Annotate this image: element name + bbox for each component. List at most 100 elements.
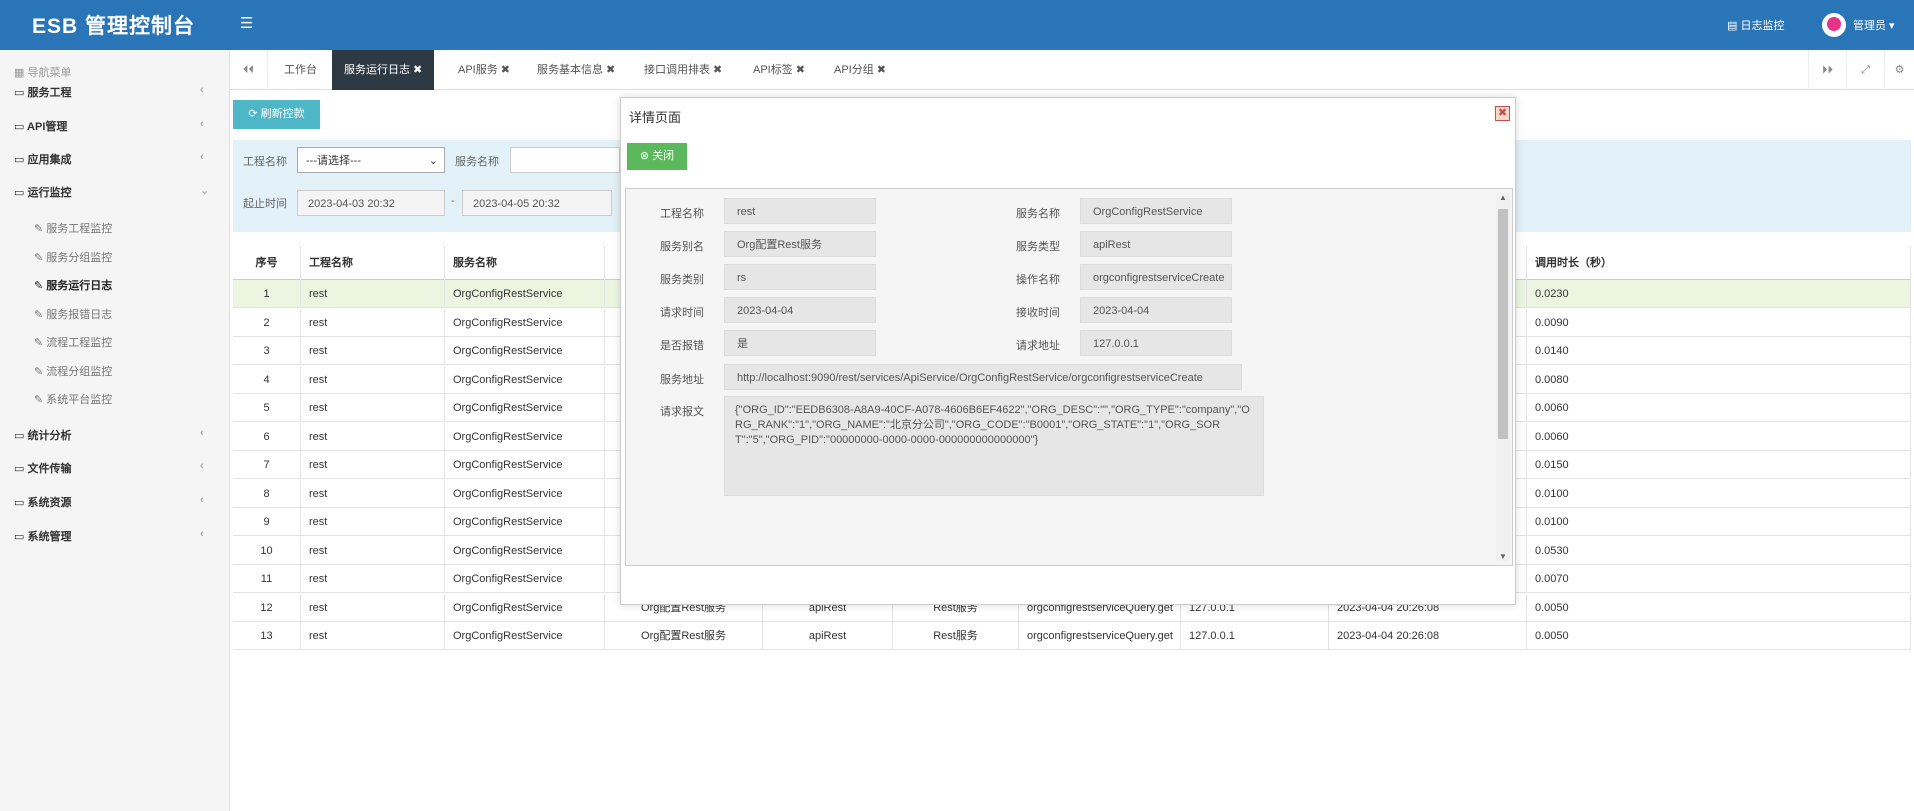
link-icon: ✎ — [34, 309, 47, 321]
sidebar-item-statistics[interactable]: ▭ 统计分析 ‹ — [14, 427, 204, 443]
cell-col-index: 11 — [233, 565, 301, 593]
type-value: apiRest — [1080, 231, 1232, 257]
chevron-left-icon: ‹ — [200, 118, 204, 130]
cell-col-index: 10 — [233, 536, 301, 565]
header-col-service: 服务名称 — [445, 246, 605, 280]
folder-icon: ▭ — [14, 121, 28, 133]
close-button[interactable]: ⊗ 关闭 — [627, 143, 687, 170]
cell-col-type: apiRest — [763, 622, 893, 650]
modal-title: 详情页面 — [629, 110, 682, 125]
sidebar-item-run-monitor[interactable]: ▭ 运行监控 ⌄ — [14, 184, 209, 200]
tab-workbench[interactable]: 工作台 — [284, 50, 317, 90]
cell-col-project: rest — [301, 308, 445, 337]
header-col-index: 序号 — [233, 246, 301, 280]
tab-api-service[interactable]: API服务 ✖ — [458, 50, 510, 90]
tab-api-tag[interactable]: API标签 ✖ — [753, 50, 805, 90]
header-col-duration: 调用时长（秒） — [1527, 246, 1911, 280]
chevron-left-icon: ‹ — [200, 151, 204, 163]
scrollbar[interactable]: ▲ ▼ — [1496, 193, 1510, 561]
cell-col-project: rest — [301, 422, 445, 451]
folder-icon: ▭ — [14, 463, 28, 475]
sidebar-item-service-run-log[interactable]: ✎ 服务运行日志 — [34, 277, 112, 293]
refresh-button[interactable]: ⟳ 刷新控款 — [233, 100, 320, 129]
sidebar-item-file-transfer[interactable]: ▭ 文件传输 ‹ — [14, 460, 204, 476]
folder-icon: ▭ — [14, 531, 28, 543]
req-msg-textarea[interactable]: {"ORG_ID":"EEDB6308-A8A9-40CF-A078-4606B… — [724, 396, 1264, 496]
cell-col-service: OrgConfigRestService — [445, 422, 605, 451]
sidebar-item-service-group-monitor[interactable]: ✎ 服务分组监控 — [34, 249, 112, 265]
cell-col-project: rest — [301, 451, 445, 479]
fullscreen-icon[interactable]: ⤢ — [1846, 50, 1884, 90]
brand-title: ESB 管理控制台 — [32, 15, 196, 38]
log-monitor-link[interactable]: ▤ 日志监控 — [1727, 17, 1784, 33]
table-row[interactable]: 13 rest OrgConfigRestService Org配置Rest服务 api… — [233, 622, 1911, 650]
settings-icon[interactable]: ⚙ — [1884, 50, 1914, 90]
folder-icon: ▭ — [14, 430, 28, 442]
cell-col-service: OrgConfigRestService — [445, 280, 605, 308]
sidebar-item-app-integration[interactable]: ▭ 应用集成 ‹ — [14, 151, 204, 167]
menu-toggle-icon[interactable]: ☰ — [240, 14, 253, 32]
service-input[interactable] — [510, 147, 620, 173]
avatar[interactable] — [1822, 13, 1846, 37]
cell-col-service: OrgConfigRestService — [445, 365, 605, 394]
cell-col-project: rest — [301, 479, 445, 508]
project-label: 工程名称 — [243, 156, 287, 168]
type-label: 服务类型 — [1016, 241, 1060, 253]
link-icon: ✎ — [34, 280, 47, 292]
sidebar-item-api-manage[interactable]: ▭ API管理 ‹ — [14, 118, 204, 134]
link-icon: ✎ — [34, 223, 47, 235]
sidebar-item-system-platform-monitor[interactable]: ✎ 系统平台监控 — [34, 391, 112, 407]
alias-value: Org配置Rest服务 — [724, 231, 876, 257]
sidebar-item-system-manage[interactable]: ▭ 系统管理 ‹ — [14, 528, 204, 544]
service-label: 服务名称 — [1016, 208, 1060, 220]
alias-label: 服务别名 — [660, 241, 704, 253]
sidebar-item-flow-group-monitor[interactable]: ✎ 流程分组监控 — [34, 363, 112, 379]
chevron-down-icon: ⌄ — [200, 185, 210, 197]
tab-bar: ⏴⏴ 工作台 服务运行日志 ✖ API服务 ✖ 服务基本信息 ✖ 接口调用排表 … — [230, 50, 1914, 90]
cell-col-duration: 0.0050 — [1527, 622, 1911, 650]
cell-col-category: Rest服务 — [893, 622, 1019, 650]
start-time-input[interactable]: 2023-04-03 20:32 — [297, 190, 445, 216]
sidebar-item-service-project-monitor[interactable]: ✎ 服务工程监控 — [34, 220, 112, 236]
req-addr-value: 127.0.0.1 — [1080, 330, 1232, 356]
tab-scroll-right-icon[interactable]: ⏵⏵ — [1808, 50, 1846, 90]
cell-col-service: OrgConfigRestService — [445, 479, 605, 508]
cell-col-duration: 0.0230 — [1527, 280, 1911, 308]
sidebar-item-service-error-log[interactable]: ✎ 服务报错日志 — [34, 306, 112, 322]
tab-scroll-left-icon[interactable]: ⏴⏴ — [230, 50, 268, 90]
project-select[interactable]: ---请选择--- ⌄ — [297, 147, 445, 173]
sidebar-item-service-project[interactable]: ▭ 服务工程 ‹ — [14, 84, 204, 100]
cell-col-index: 13 — [233, 622, 301, 650]
cell-col-service: OrgConfigRestService — [445, 622, 605, 650]
tab-interface-call[interactable]: 接口调用排表 ✖ — [644, 50, 722, 90]
scroll-down-icon[interactable]: ▼ — [1498, 552, 1508, 561]
scroll-thumb[interactable] — [1498, 209, 1508, 439]
error-label: 是否报错 — [660, 340, 704, 352]
sidebar-item-flow-project-monitor[interactable]: ✎ 流程工程监控 — [34, 334, 112, 350]
cell-col-index: 12 — [233, 593, 301, 622]
cell-col-index: 3 — [233, 337, 301, 365]
chevron-left-icon: ‹ — [200, 494, 204, 506]
cell-col-project: rest — [301, 280, 445, 308]
req-time-value: 2023-04-04 — [724, 297, 876, 323]
error-value: 是 — [724, 330, 876, 356]
cell-col-duration: 0.0150 — [1527, 451, 1911, 479]
end-time-input[interactable]: 2023-04-05 20:32 — [462, 190, 612, 216]
project-value: rest — [724, 198, 876, 224]
service-value: OrgConfigRestService — [1080, 198, 1232, 224]
recv-time-label: 接收时间 — [1016, 307, 1060, 319]
sidebar-item-system-resource[interactable]: ▭ 系统资源 ‹ — [14, 494, 204, 510]
sidebar: ▦ 导航菜单 ▭ 服务工程 ‹ ▭ API管理 ‹ ▭ 应用集成 ‹ ▭ 运行监控 ⌄ … — [0, 50, 230, 811]
scroll-up-icon[interactable]: ▲ — [1498, 193, 1508, 202]
user-menu[interactable]: 管理员 ▾ — [1853, 17, 1895, 33]
recv-time-value: 2023-04-04 — [1080, 297, 1232, 323]
close-icon[interactable]: ✖ — [1495, 106, 1510, 121]
tab-api-group[interactable]: API分组 ✖ — [834, 50, 886, 90]
tab-service-basic-info[interactable]: 服务基本信息 ✖ — [537, 50, 615, 90]
cell-col-service: OrgConfigRestService — [445, 337, 605, 365]
req-time-label: 请求时间 — [660, 307, 704, 319]
cell-col-duration: 0.0080 — [1527, 365, 1911, 394]
header-col-project: 工程名称 — [301, 246, 445, 280]
tab-service-run-log[interactable]: 服务运行日志 ✖ — [332, 50, 435, 90]
cell-col-duration: 0.0530 — [1527, 536, 1911, 565]
